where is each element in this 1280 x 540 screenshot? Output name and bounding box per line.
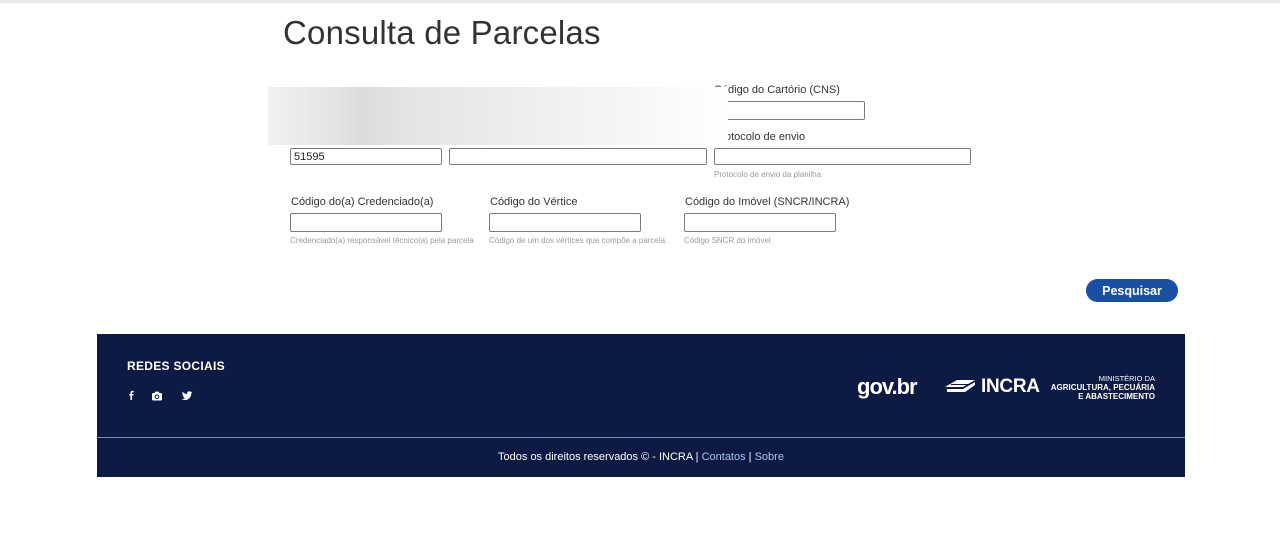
facebook-icon[interactable] xyxy=(125,389,137,401)
vertice-label: Código do Vértice xyxy=(490,196,578,208)
credenciado-label: Código do(a) Credenciado(a) xyxy=(291,196,434,208)
imovel-input[interactable] xyxy=(684,213,836,232)
incra-emblem-icon xyxy=(945,380,975,392)
protocolo-input[interactable] xyxy=(714,148,971,165)
protocolo-help: Protocolo de envio da planilha xyxy=(714,170,822,179)
ministerio-line1: MINISTÉRIO DA xyxy=(1098,374,1155,383)
cartorio-label: Código do Cartório (CNS) xyxy=(714,84,840,96)
copyright-text: Todos os direitos reservados © - INCRA | xyxy=(498,451,699,463)
vertice-help: Código de um dos vértices que compõe a p… xyxy=(489,236,666,245)
incra-text: INCRA xyxy=(981,376,1040,397)
incra-logo: INCRA xyxy=(945,376,1040,398)
ministerio-line3: E ABASTECIMENTO xyxy=(1078,392,1155,401)
credenciado-input[interactable] xyxy=(290,213,442,232)
govbr-logo: gov.br xyxy=(857,374,918,399)
blurred-region xyxy=(268,87,728,145)
second-input[interactable] xyxy=(449,148,707,165)
credenciado-help: Credenciado(a) responsável técnico(a) pe… xyxy=(290,236,474,245)
search-button[interactable]: Pesquisar xyxy=(1086,279,1178,302)
cartorio-input[interactable] xyxy=(714,101,865,120)
social-title: REDES SOCIAIS xyxy=(127,359,225,373)
link-separator: | xyxy=(748,451,752,463)
footer: REDES SOCIAIS gov.br INCRA MINISTÉRIO DA… xyxy=(97,334,1185,477)
page-title: Consulta de Parcelas xyxy=(283,14,601,51)
codigo-input[interactable] xyxy=(290,148,442,165)
copyright-bar: Todos os direitos reservados © - INCRA |… xyxy=(97,451,1185,463)
instagram-icon[interactable] xyxy=(151,389,163,401)
ministerio-line2: AGRICULTURA, PECUÁRIA xyxy=(1050,383,1155,392)
vertice-input[interactable] xyxy=(489,213,641,232)
contatos-link[interactable]: Contatos xyxy=(702,451,746,463)
top-border xyxy=(0,0,1280,3)
ministerio-logo: MINISTÉRIO DA AGRICULTURA, PECUÁRIA E AB… xyxy=(1037,374,1155,401)
sobre-link[interactable]: Sobre xyxy=(755,451,784,463)
footer-divider xyxy=(97,437,1185,438)
imovel-label: Código do Imóvel (SNCR/INCRA) xyxy=(685,196,850,208)
imovel-help: Código SNCR do imóvel xyxy=(684,236,771,245)
twitter-icon[interactable] xyxy=(181,389,193,401)
